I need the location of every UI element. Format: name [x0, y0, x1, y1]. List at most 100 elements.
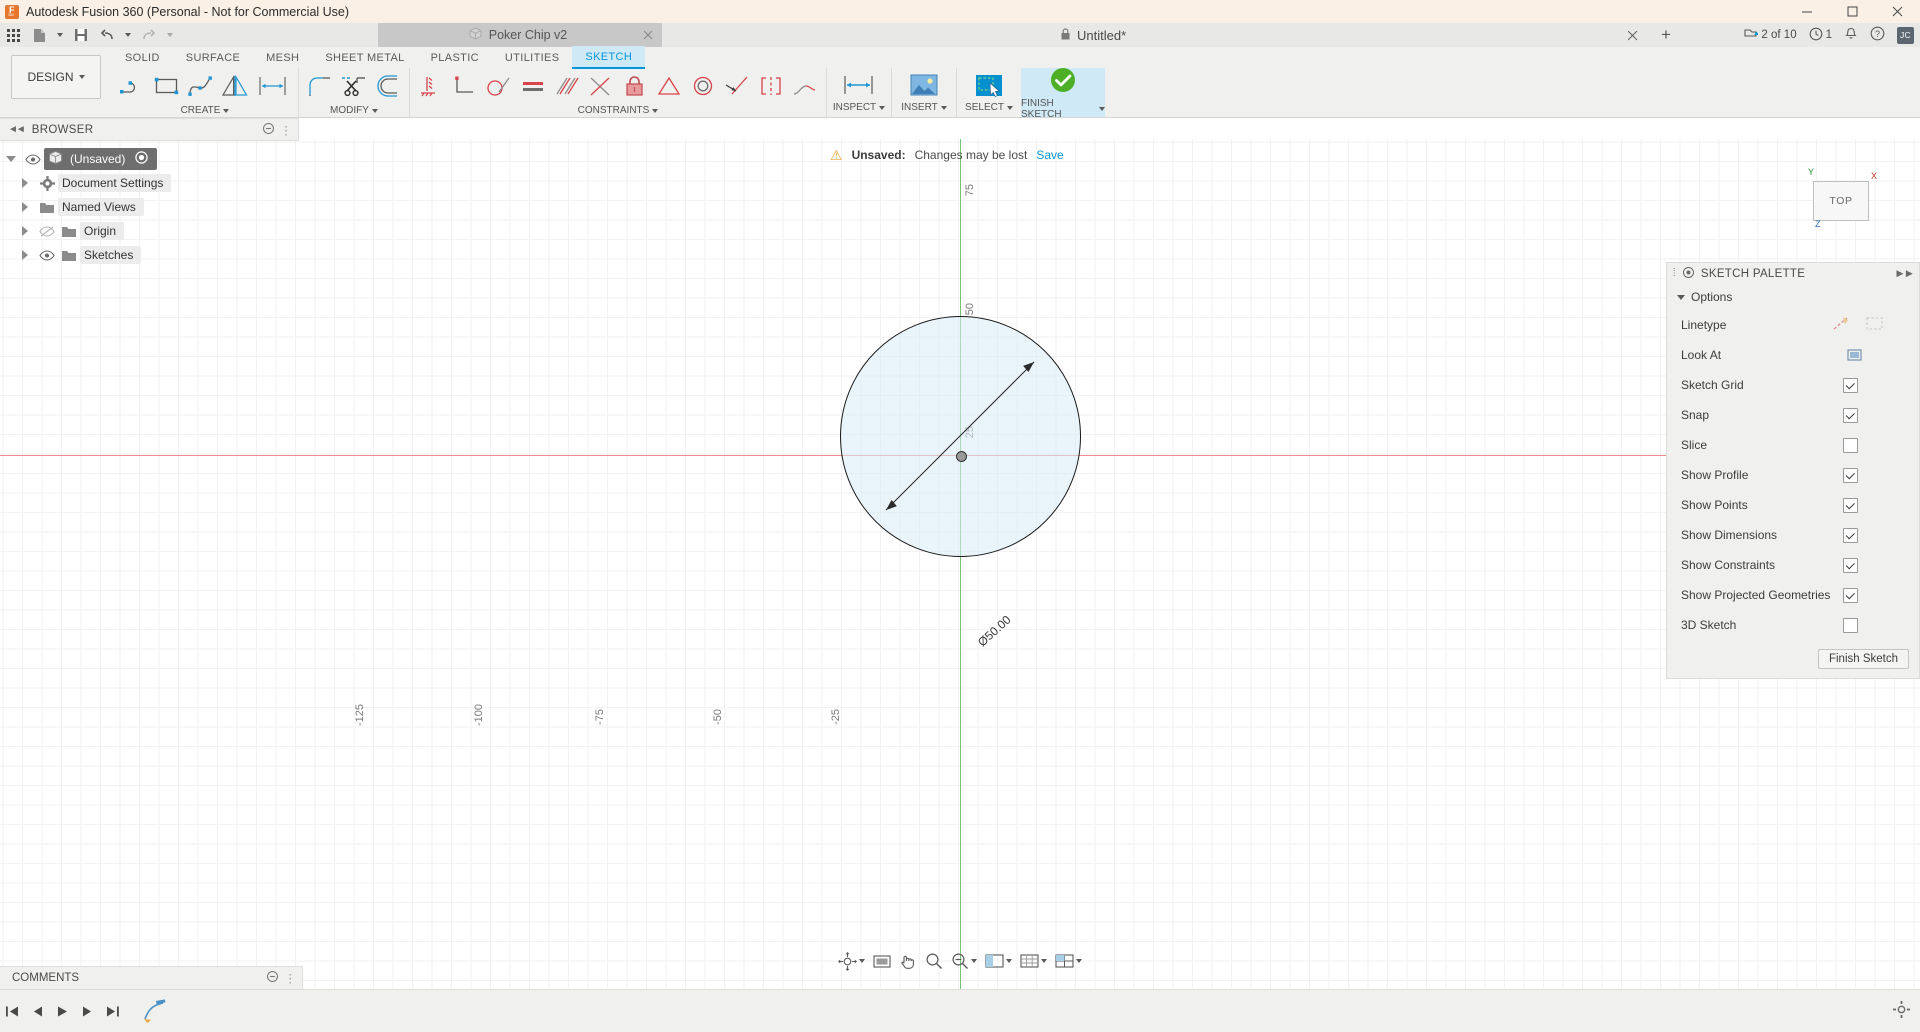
show-profile-checkbox[interactable] — [1843, 467, 1858, 483]
undo-icon[interactable] — [94, 23, 120, 47]
display-settings-icon[interactable] — [982, 949, 1015, 973]
comments-panel-header[interactable]: COMMENTS ⋮ — [0, 966, 303, 990]
show-projected-geometries-checkbox[interactable] — [1843, 587, 1858, 603]
look-at-icon[interactable] — [870, 949, 894, 973]
avatar[interactable]: JC — [1897, 26, 1914, 44]
expander-down-icon[interactable] — [0, 156, 22, 162]
zoom-fit-icon[interactable] — [948, 949, 980, 973]
palette-row-snap[interactable]: Snap — [1667, 400, 1919, 430]
maximize-icon[interactable] — [1830, 0, 1875, 23]
activate-component-radio[interactable] — [135, 151, 149, 167]
midpoint-constraint-icon[interactable] — [652, 69, 686, 103]
tab-mesh[interactable]: MESH — [253, 47, 312, 68]
collinear-constraint-icon[interactable] — [720, 69, 754, 103]
view-cube-face-top[interactable]: TOP — [1813, 181, 1869, 221]
tab-sketch[interactable]: SKETCH — [572, 46, 646, 69]
palette-row-show-profile[interactable]: Show Profile — [1667, 460, 1919, 490]
palette-row-show-constraints[interactable]: Show Constraints — [1667, 550, 1919, 580]
close-icon[interactable] — [1875, 0, 1920, 23]
line-icon[interactable] — [116, 69, 150, 103]
tab-solid[interactable]: SOLID — [112, 47, 173, 68]
offset-icon[interactable] — [371, 69, 405, 103]
go-to-end-icon[interactable] — [100, 990, 125, 1032]
redo-icon[interactable] — [136, 23, 162, 47]
minimize-icon[interactable] — [1785, 0, 1830, 23]
tree-node-unsaved[interactable]: (Unsaved) — [0, 147, 300, 171]
sketch-center-point[interactable] — [956, 451, 967, 462]
document-tab-poker-chip[interactable]: Poker Chip v2 — [378, 23, 662, 47]
step-forward-icon[interactable] — [75, 990, 100, 1032]
app-grid-icon[interactable] — [0, 23, 26, 47]
palette-row-slice[interactable]: Slice — [1667, 430, 1919, 460]
tab-surface[interactable]: SURFACE — [173, 47, 253, 68]
slice-checkbox[interactable] — [1843, 437, 1858, 453]
eye-off-icon[interactable] — [36, 225, 58, 237]
fix-unfix-constraint-icon[interactable] — [618, 69, 652, 103]
help-button[interactable]: ? — [1865, 23, 1890, 47]
close-icon[interactable] — [643, 29, 653, 43]
eye-icon[interactable] — [36, 249, 58, 261]
grid-snap-icon[interactable] — [1017, 949, 1050, 973]
tree-node-sketches[interactable]: Sketches — [0, 243, 300, 267]
spline-icon[interactable] — [184, 69, 218, 103]
pan-icon[interactable] — [896, 949, 920, 973]
palette-grip-icon[interactable]: ⦙ — [1673, 267, 1676, 280]
group-label-insert[interactable]: INSERT — [901, 102, 947, 113]
sketch-grid-checkbox[interactable] — [1843, 377, 1858, 393]
symmetry-constraint-icon[interactable] — [754, 69, 788, 103]
palette-row-show-projected-geometries[interactable]: Show Projected Geometries — [1667, 580, 1919, 610]
redo-dropdown[interactable] — [162, 23, 178, 47]
expander-right-icon[interactable] — [14, 178, 36, 188]
horizontal-vertical-constraint-icon[interactable] — [414, 69, 448, 103]
palette-finish-sketch-button[interactable]: Finish Sketch — [1817, 649, 1909, 669]
tab-sheet-metal[interactable]: SHEET METAL — [312, 47, 417, 68]
select-button[interactable]: SELECT — [961, 68, 1017, 113]
insert-button[interactable]: INSERT — [896, 68, 952, 113]
palette-row-3d-sketch[interactable]: 3D Sketch — [1667, 610, 1919, 640]
parallel-constraint-icon[interactable] — [550, 69, 584, 103]
expander-right-icon[interactable] — [14, 250, 36, 260]
expander-right-icon[interactable] — [14, 202, 36, 212]
notifications-button[interactable] — [1839, 23, 1863, 47]
zoom-icon[interactable] — [922, 949, 946, 973]
perpendicular-icon[interactable] — [584, 69, 618, 103]
mirror-icon[interactable] — [218, 69, 252, 103]
palette-row-show-dimensions[interactable]: Show Dimensions — [1667, 520, 1919, 550]
job-status[interactable]: 2 of 10 — [1738, 23, 1801, 47]
centerline-icon[interactable] — [1866, 316, 1883, 334]
construction-line-icon[interactable] — [1833, 316, 1850, 334]
expand-right-icon[interactable]: ►► — [1894, 268, 1915, 280]
palette-pin-icon[interactable] — [1682, 266, 1694, 281]
group-label-create[interactable]: CREATE — [181, 104, 230, 117]
tangent-constraint-icon[interactable] — [482, 69, 516, 103]
show-dimensions-checkbox[interactable] — [1843, 527, 1858, 543]
snap-checkbox[interactable] — [1843, 407, 1858, 423]
palette-section-options[interactable]: Options — [1667, 284, 1919, 310]
panel-settings-icon[interactable] — [263, 122, 275, 137]
sketch-canvas[interactable]: -125 -100 -75 -50 -25 75 50 25 Ø50.00 TO… — [0, 139, 1920, 999]
curvature-constraint-icon[interactable] — [788, 69, 822, 103]
group-label-inspect[interactable]: INSPECT — [833, 102, 886, 113]
group-label-constraints[interactable]: CONSTRAINTS — [578, 104, 659, 117]
perpendicular-constraint-icon[interactable] — [448, 69, 482, 103]
tab-utilities[interactable]: UTILITIES — [492, 47, 573, 68]
workspace-switcher[interactable]: DESIGN — [11, 55, 101, 99]
clock-status[interactable]: 1 — [1804, 23, 1837, 47]
show-constraints-checkbox[interactable] — [1843, 557, 1858, 573]
tree-node-document-settings[interactable]: Document Settings — [0, 171, 300, 195]
tree-node-named-views[interactable]: Named Views — [0, 195, 300, 219]
sketch-dimension-icon[interactable] — [252, 69, 294, 103]
concentric-constraint-icon[interactable] — [686, 69, 720, 103]
viewports-icon[interactable] — [1052, 949, 1085, 973]
show-points-checkbox[interactable] — [1843, 497, 1858, 513]
group-label-select[interactable]: SELECT — [965, 102, 1013, 113]
go-to-beginning-icon[interactable] — [0, 990, 25, 1032]
view-cube[interactable]: TOP Y X Z — [1795, 159, 1885, 241]
panel-resize-handle[interactable]: ⋮ — [280, 123, 292, 137]
equal-constraint-icon[interactable] — [516, 69, 550, 103]
fillet-icon[interactable] — [303, 69, 337, 103]
orbit-icon[interactable] — [835, 949, 868, 973]
collapse-left-icon[interactable]: ◄◄ — [8, 124, 26, 135]
close-icon[interactable] — [1627, 29, 1638, 44]
expander-right-icon[interactable] — [14, 226, 36, 236]
